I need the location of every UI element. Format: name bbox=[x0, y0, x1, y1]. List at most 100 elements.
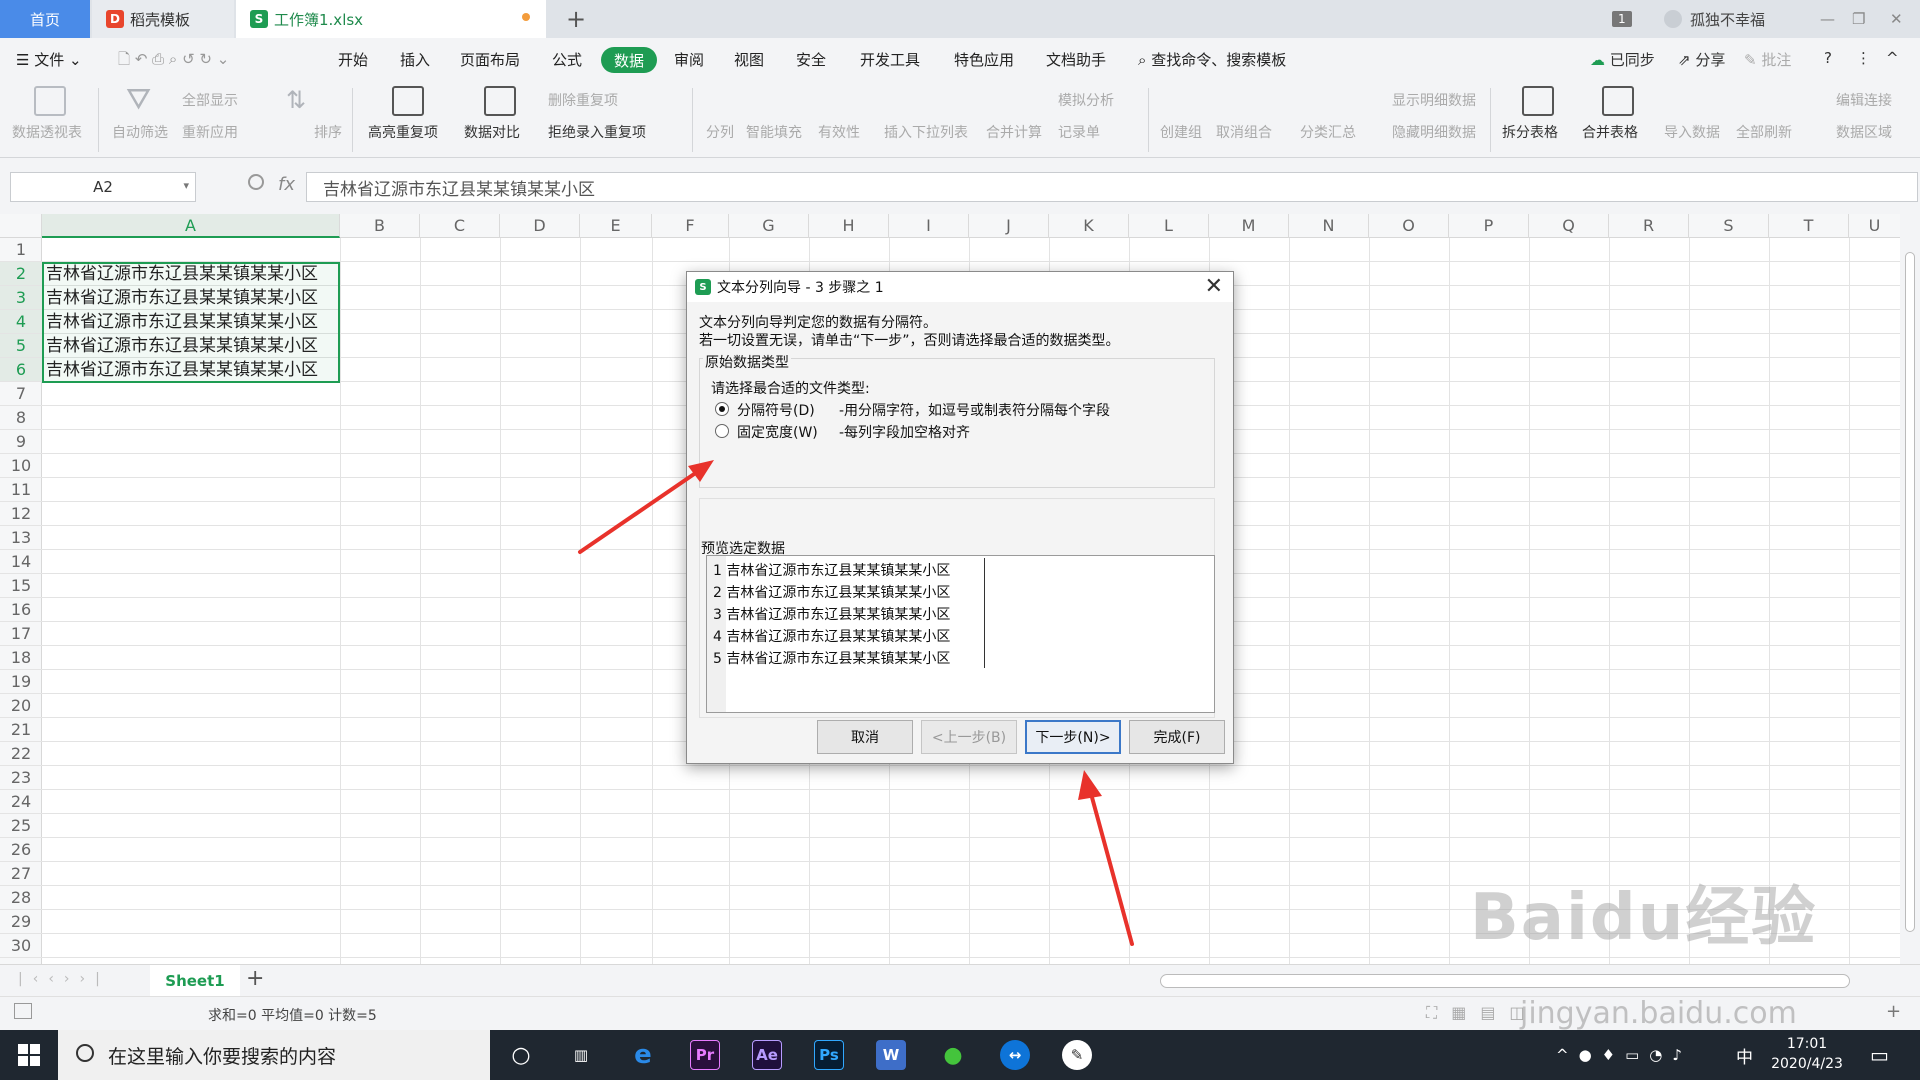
data-area-button[interactable]: 数据区域 bbox=[1836, 122, 1892, 142]
collapse-ribbon-icon[interactable]: ^ bbox=[1886, 49, 1899, 67]
option-fixed-width-label[interactable]: 固定宽度(W) bbox=[737, 422, 818, 442]
column-header[interactable]: C bbox=[420, 214, 500, 238]
menu-view[interactable]: 视图 bbox=[734, 49, 764, 70]
radio-fixed-width[interactable] bbox=[715, 424, 729, 438]
cortana-icon[interactable]: ○ bbox=[506, 1040, 536, 1070]
split-table-button[interactable]: 拆分表格 bbox=[1502, 122, 1558, 142]
row-header[interactable]: 22 bbox=[0, 742, 42, 766]
split-column-button[interactable]: 分列 bbox=[706, 122, 734, 142]
column-header[interactable]: M bbox=[1209, 214, 1289, 238]
restore-icon[interactable]: ❐ bbox=[1852, 0, 1865, 38]
column-header[interactable]: T bbox=[1769, 214, 1849, 238]
sort-button[interactable]: 排序 bbox=[314, 122, 342, 142]
simulate-button[interactable]: 模拟分析 bbox=[1058, 90, 1114, 110]
tab-template[interactable]: D 稻壳模板 bbox=[92, 0, 234, 38]
close-icon[interactable]: ✕ bbox=[1205, 274, 1223, 299]
merge-table-button[interactable]: 合并表格 bbox=[1582, 122, 1638, 142]
record-form-button[interactable]: 记录单 bbox=[1058, 122, 1100, 142]
teamviewer-icon[interactable]: ↔ bbox=[1000, 1040, 1030, 1070]
show-detail-button[interactable]: 显示明细数据 bbox=[1392, 90, 1476, 110]
row-header[interactable]: 5 bbox=[0, 334, 42, 358]
reapply-button[interactable]: 重新应用 bbox=[182, 122, 238, 142]
menu-formula[interactable]: 公式 bbox=[552, 49, 582, 70]
ime-indicator[interactable]: 中 bbox=[1736, 1030, 1753, 1080]
row-header[interactable]: 14 bbox=[0, 550, 42, 574]
row-header[interactable]: 7 bbox=[0, 382, 42, 406]
finish-button[interactable]: 完成(F) bbox=[1129, 720, 1225, 754]
notification-icon[interactable]: ▭ bbox=[1870, 1030, 1889, 1080]
row-header[interactable]: 9 bbox=[0, 430, 42, 454]
menu-dev-tools[interactable]: 开发工具 bbox=[860, 49, 920, 70]
task-view-icon[interactable]: ▥ bbox=[566, 1040, 596, 1070]
horizontal-scrollbar[interactable] bbox=[1160, 974, 1850, 988]
column-header[interactable]: E bbox=[580, 214, 652, 238]
row-header[interactable]: 6 bbox=[0, 358, 42, 382]
row-header[interactable]: 21 bbox=[0, 718, 42, 742]
autofilter-button[interactable]: 自动筛选 bbox=[112, 122, 168, 142]
show-all-button[interactable]: 全部显示 bbox=[182, 90, 238, 110]
menu-start[interactable]: 开始 bbox=[338, 49, 368, 70]
windows-start-icon[interactable] bbox=[18, 1044, 40, 1066]
row-header[interactable]: 19 bbox=[0, 670, 42, 694]
row-header[interactable]: 10 bbox=[0, 454, 42, 478]
column-header[interactable]: H bbox=[809, 214, 889, 238]
vertical-scroll-thumb[interactable] bbox=[1905, 252, 1915, 932]
row-header[interactable]: 28 bbox=[0, 886, 42, 910]
menu-data[interactable]: 数据 bbox=[601, 47, 657, 73]
row-header[interactable]: 20 bbox=[0, 694, 42, 718]
create-group-button[interactable]: 创建组 bbox=[1160, 122, 1202, 142]
column-header[interactable]: O bbox=[1369, 214, 1449, 238]
vertical-scrollbar[interactable] bbox=[1900, 214, 1920, 964]
menu-doc-assistant[interactable]: 文档助手 bbox=[1046, 49, 1106, 70]
data-compare-button[interactable]: 数据对比 bbox=[464, 122, 520, 142]
column-header[interactable]: J bbox=[969, 214, 1049, 238]
row-header[interactable]: 25 bbox=[0, 814, 42, 838]
comment-button[interactable]: ✎ 批注 bbox=[1744, 49, 1791, 70]
minimize-icon[interactable]: — bbox=[1820, 0, 1835, 38]
column-header[interactable]: I bbox=[889, 214, 969, 238]
row-header[interactable]: 30 bbox=[0, 934, 42, 958]
row-header[interactable]: 4 bbox=[0, 310, 42, 334]
highlight-duplicates-button[interactable]: 高亮重复项 bbox=[368, 122, 438, 142]
sync-button[interactable]: ☁ 已同步 bbox=[1590, 49, 1655, 70]
insert-dropdown-button[interactable]: 插入下拉列表 bbox=[884, 122, 968, 142]
close-window-icon[interactable]: ✕ bbox=[1890, 0, 1903, 38]
feather-app-icon[interactable]: ✎ bbox=[1062, 1040, 1092, 1070]
validity-button[interactable]: 有效性 bbox=[818, 122, 860, 142]
cell-a6[interactable]: 吉林省辽源市东辽县某某镇某某小区 bbox=[46, 358, 318, 382]
row-header[interactable]: 15 bbox=[0, 574, 42, 598]
column-header[interactable]: R bbox=[1609, 214, 1689, 238]
preview-pane[interactable]: 1 吉林省辽源市东辽县某某镇某某小区 2 吉林省辽源市东辽县某某镇某某小区 3 … bbox=[706, 555, 1215, 713]
premiere-icon[interactable]: Pr bbox=[690, 1040, 720, 1070]
next-button[interactable]: 下一步(N)> bbox=[1025, 720, 1121, 754]
quick-access-toolbar[interactable]: 🗋 ↶ ⎙ ⌕ ↺ ↻ ⌄ bbox=[118, 49, 229, 74]
previous-button[interactable]: <上一步(B) bbox=[921, 720, 1017, 754]
system-tray-icons[interactable]: ^●♦▭◔♪ bbox=[1556, 1030, 1692, 1080]
name-box[interactable]: A2 ▾ bbox=[10, 172, 196, 202]
new-tab-button[interactable]: + bbox=[566, 5, 586, 33]
insert-function-icon[interactable]: fx bbox=[278, 174, 295, 195]
add-sheet-button[interactable]: + bbox=[246, 966, 264, 991]
dialog-title-bar[interactable]: S 文本分列向导 - 3 步骤之 1 ✕ bbox=[687, 272, 1233, 302]
row-header[interactable]: 26 bbox=[0, 838, 42, 862]
zoom-in-icon[interactable]: + bbox=[1886, 1001, 1901, 1022]
row-header[interactable]: 11 bbox=[0, 478, 42, 502]
user-account[interactable]: 孤独不幸福 bbox=[1664, 0, 1765, 38]
tab-workbook[interactable]: S 工作簿1.xlsx bbox=[236, 0, 546, 38]
subtotal-button[interactable]: 分类汇总 bbox=[1300, 122, 1356, 142]
row-header[interactable]: 2 bbox=[0, 262, 42, 286]
menu-insert[interactable]: 插入 bbox=[400, 49, 430, 70]
merge-calc-button[interactable]: 合并计算 bbox=[986, 122, 1042, 142]
sheet-tab-sheet1[interactable]: Sheet1 bbox=[150, 965, 240, 997]
wechat-icon[interactable]: ● bbox=[938, 1040, 968, 1070]
row-header[interactable]: 12 bbox=[0, 502, 42, 526]
macro-icon[interactable] bbox=[14, 1003, 32, 1019]
row-header[interactable]: 1 bbox=[0, 238, 42, 262]
column-header[interactable]: D bbox=[500, 214, 580, 238]
row-header[interactable]: 18 bbox=[0, 646, 42, 670]
row-header[interactable]: 17 bbox=[0, 622, 42, 646]
row-header[interactable]: 8 bbox=[0, 406, 42, 430]
row-header[interactable]: 16 bbox=[0, 598, 42, 622]
radio-delimited[interactable] bbox=[715, 402, 729, 416]
sheet-nav-arrows-icon[interactable]: |‹‹››| bbox=[18, 971, 110, 987]
